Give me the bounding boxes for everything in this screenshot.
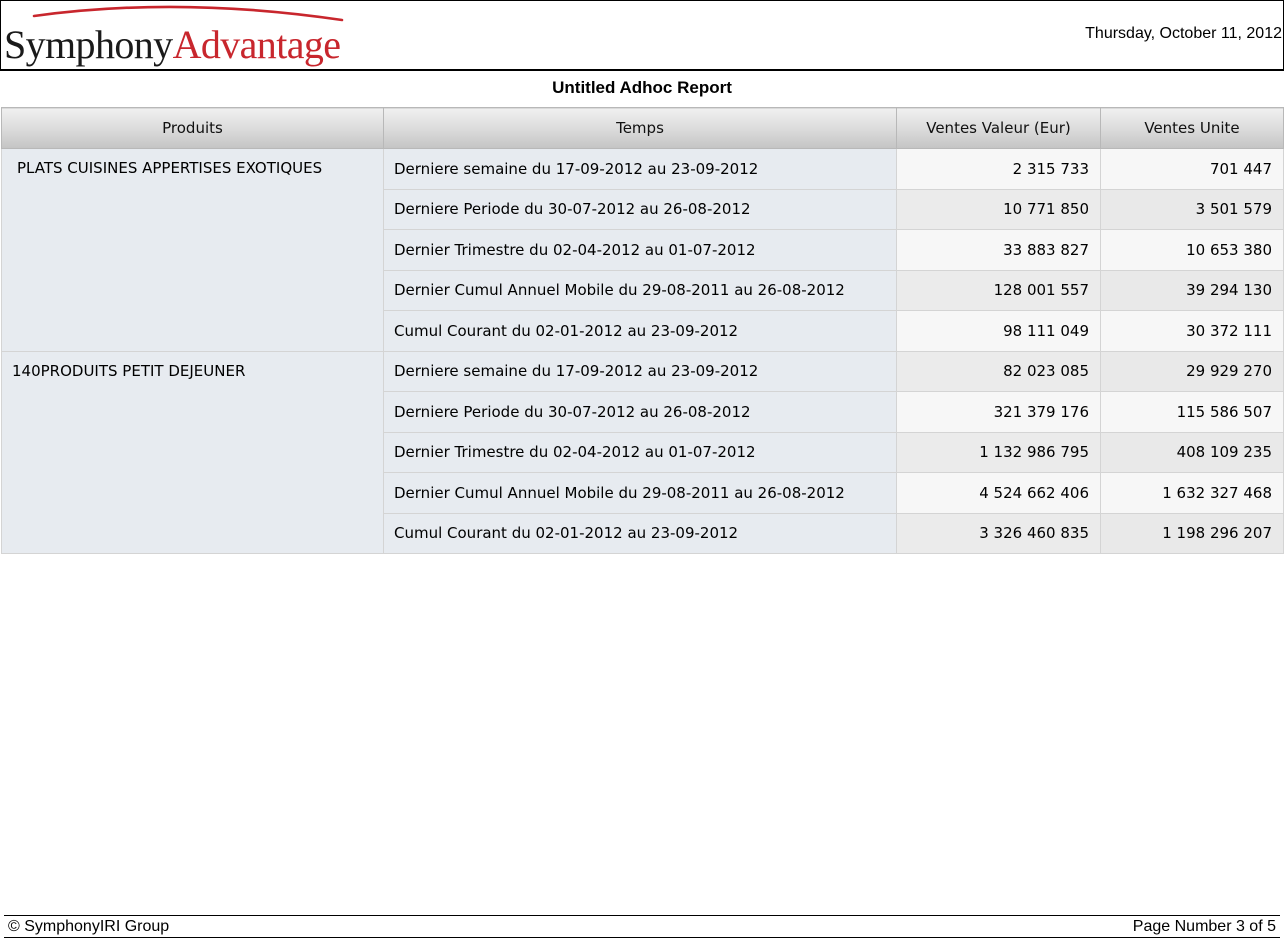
column-header-ventes-valeur: Ventes Valeur (Eur)	[896, 107, 1101, 149]
units-cell: 701 447	[1100, 148, 1284, 190]
symphony-advantage-logo: SymphonyAdvantage	[4, 2, 349, 68]
table-header-row: Produits Temps Ventes Valeur (Eur) Vente…	[1, 107, 1284, 149]
period-cell: Dernier Cumul Annuel Mobile du 29-08-201…	[383, 269, 897, 311]
period-cell: Dernier Trimestre du 02-04-2012 au 01-07…	[383, 431, 897, 473]
units-cell: 115 586 507	[1100, 391, 1284, 433]
value-cell: 1 132 986 795	[896, 431, 1101, 473]
period-cell: Derniere semaine du 17-09-2012 au 23-09-…	[383, 350, 897, 392]
value-cell: 2 315 733	[896, 148, 1101, 190]
value-cell: 321 379 176	[896, 391, 1101, 433]
logo-wordmark: SymphonyAdvantage	[4, 22, 341, 68]
column-header-temps: Temps	[383, 107, 897, 149]
period-cell: Derniere Periode du 30-07-2012 au 26-08-…	[383, 188, 897, 230]
units-cell: 10 653 380	[1100, 229, 1284, 271]
value-cell: 33 883 827	[896, 229, 1101, 271]
product-cell: PLATS CUISINES APPERTISES EXOTIQUES	[1, 148, 384, 352]
value-cell: 3 326 460 835	[896, 512, 1101, 554]
units-cell: 30 372 111	[1100, 310, 1284, 352]
footer-divider-bottom	[4, 937, 1280, 938]
footer-page-number: Page Number 3 of 5	[1132, 918, 1276, 935]
logo-text-advantage: Advantage	[172, 22, 341, 67]
table-row: PLATS CUISINES APPERTISES EXOTIQUES Dern…	[1, 148, 1284, 352]
period-cell: Dernier Cumul Annuel Mobile du 29-08-201…	[383, 472, 897, 514]
report-date: Thursday, October 11, 2012	[1085, 25, 1282, 42]
page-border-left	[0, 0, 1, 70]
value-cell: 98 111 049	[896, 310, 1101, 352]
units-cell: 39 294 130	[1100, 269, 1284, 311]
value-cell: 10 771 850	[896, 188, 1101, 230]
footer-copyright: © SymphonyIRI Group	[8, 918, 170, 935]
units-cell: 3 501 579	[1100, 188, 1284, 230]
page-border-top	[0, 0, 1284, 1]
footer-divider-top	[4, 915, 1280, 916]
value-cell: 4 524 662 406	[896, 472, 1101, 514]
period-cell: Cumul Courant du 02-01-2012 au 23-09-201…	[383, 310, 897, 352]
period-cell: Derniere Periode du 30-07-2012 au 26-08-…	[383, 391, 897, 433]
units-cell: 408 109 235	[1100, 431, 1284, 473]
period-cell: Derniere semaine du 17-09-2012 au 23-09-…	[383, 148, 897, 190]
units-cell: 1 198 296 207	[1100, 512, 1284, 554]
value-cell: 82 023 085	[896, 350, 1101, 392]
column-header-produits: Produits	[1, 107, 384, 149]
period-cell: Dernier Trimestre du 02-04-2012 au 01-07…	[383, 229, 897, 271]
report-table: Produits Temps Ventes Valeur (Eur) Vente…	[1, 107, 1284, 554]
logo-text-symphony: Symphony	[4, 22, 173, 67]
table-row: 140PRODUITS PETIT DEJEUNER Derniere sema…	[1, 350, 1284, 554]
header-divider	[0, 69, 1284, 71]
units-cell: 1 632 327 468	[1100, 472, 1284, 514]
value-cell: 128 001 557	[896, 269, 1101, 311]
units-cell: 29 929 270	[1100, 350, 1284, 392]
period-cell: Cumul Courant du 02-01-2012 au 23-09-201…	[383, 512, 897, 554]
product-cell: 140PRODUITS PETIT DEJEUNER	[1, 350, 384, 554]
report-title: Untitled Adhoc Report	[552, 78, 732, 97]
column-header-ventes-unite: Ventes Unite	[1100, 107, 1284, 149]
